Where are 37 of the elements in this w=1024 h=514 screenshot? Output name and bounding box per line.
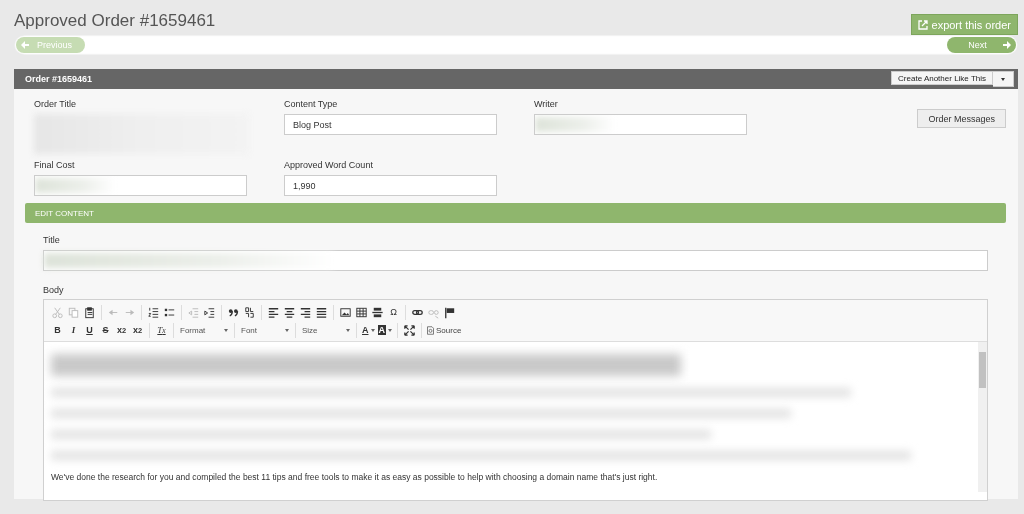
format-button[interactable]: S <box>98 322 113 338</box>
section-header: EDIT CONTENT <box>25 203 1006 223</box>
toolbar-dropdown[interactable]: Size <box>300 322 352 338</box>
expand-icon[interactable] <box>402 322 417 338</box>
format-button[interactable]: Ω <box>386 304 401 320</box>
input-field[interactable] <box>534 114 747 135</box>
field-label: Title <box>43 235 61 245</box>
input-field[interactable]: 1,990 <box>284 175 497 196</box>
field-label: Body <box>43 285 65 295</box>
format-button[interactable]: I <box>66 322 81 338</box>
external-link-icon <box>917 19 928 30</box>
field-label: Writer <box>534 99 559 109</box>
paragraph: We've done the research for you and compiled the best 11 tips and free tools to make it as easy as possible to help with choosing a domain name that's just right. <box>51 472 659 482</box>
order-messages-button[interactable]: Order Messages <box>917 109 1006 128</box>
input-field[interactable] <box>34 175 247 196</box>
right-arrow-icon <box>1003 41 1011 49</box>
text-color-button[interactable]: A <box>361 322 376 338</box>
background-color-button[interactable]: A <box>376 322 393 338</box>
panel-title: Order #1659461 <box>25 74 93 84</box>
format-button[interactable]: U <box>82 322 97 338</box>
title-field[interactable] <box>43 250 988 271</box>
create-another-button[interactable]: Create Another Like This <box>891 71 993 85</box>
source-button[interactable]: Source <box>436 322 462 338</box>
clipboard-icon[interactable] <box>82 304 97 320</box>
input-field[interactable]: Blog Post <box>284 114 497 135</box>
field-label: Order Title <box>34 99 77 109</box>
left-arrow-icon <box>21 41 29 49</box>
format-button[interactable]: B <box>50 322 65 338</box>
toolbar-dropdown[interactable]: Font <box>239 322 291 338</box>
block-icon[interactable] <box>242 304 257 320</box>
page-title: Approved Order #1659461 <box>14 11 216 31</box>
field-label: Content Type <box>284 99 339 109</box>
toolbar-dropdown[interactable]: Format <box>178 322 230 338</box>
scrollbar[interactable] <box>978 342 987 492</box>
document-icon[interactable] <box>426 325 435 335</box>
field-label: Approved Word Count <box>284 160 374 170</box>
field-label: Final Cost <box>34 160 76 170</box>
